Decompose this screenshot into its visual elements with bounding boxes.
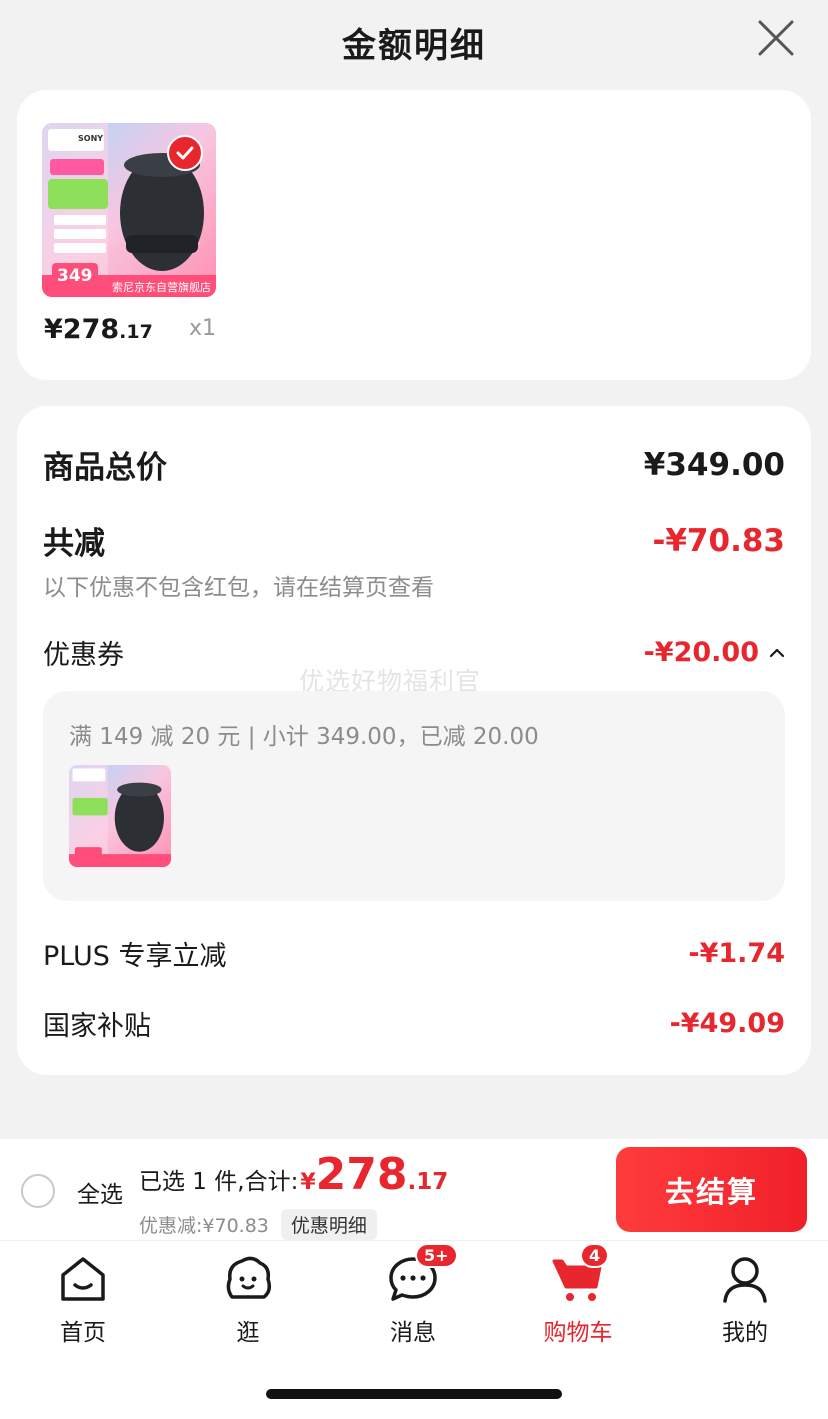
thumb-promo-price: 349: [57, 266, 93, 286]
tab-profile-label: 我的: [722, 1320, 768, 1346]
total-price-label: 商品总价: [43, 450, 167, 486]
checkout-button[interactable]: 去结算: [616, 1147, 807, 1232]
product-card: 349 SONY 索尼京东自营旗舰店 ¥278.17 x1: [17, 90, 811, 380]
coupon-label: 优惠券: [43, 640, 124, 671]
page-title: 金额明细: [342, 25, 486, 66]
select-all-label[interactable]: 全选: [77, 1175, 123, 1209]
thumb-brand: SONY: [78, 134, 104, 143]
home-icon: [57, 1253, 109, 1305]
reduction-note: 以下优惠不包含红包，请在结算页查看: [43, 575, 434, 601]
coupon-product-image[interactable]: [69, 765, 171, 867]
coupon-description: 满 149 减 20 元 | 小计 349.00，已减 20.00: [69, 724, 539, 750]
tab-messages-label: 消息: [390, 1320, 436, 1346]
reduction-value: -¥70.83: [652, 522, 786, 559]
tab-messages[interactable]: 5+ 消息: [358, 1243, 468, 1353]
plus-discount-row: PLUS 专享立减 -¥1.74: [43, 934, 785, 973]
amount-detail-screen: 金额明细 349 SONY 索尼京东自营旗舰店 ¥278.17 x1 商品总价 …: [0, 0, 828, 1419]
tab-cart[interactable]: 4 购物车: [523, 1243, 633, 1353]
discount-summary: 优惠减:¥70.83 优惠明细: [139, 1209, 377, 1240]
checkout-bar: 全选 已选 1 件,合计: ¥ 278 .17 优惠减:¥70.83 优惠明细 …: [0, 1139, 828, 1240]
coupon-detail-box: 满 149 减 20 元 | 小计 349.00，已减 20.00: [43, 691, 785, 901]
cart-icon: 4: [552, 1243, 610, 1305]
cart-badge: 4: [580, 1243, 610, 1268]
tab-profile[interactable]: 我的: [690, 1253, 800, 1353]
total-currency: ¥: [300, 1170, 316, 1195]
thumb-store-label: 索尼京东自营旗舰店: [112, 281, 211, 294]
tab-explore[interactable]: 逛: [193, 1253, 303, 1353]
chevron-up-icon: [769, 648, 785, 657]
amount-detail-card: 商品总价 ¥349.00 共减 -¥70.83 以下优惠不包含红包，请在结算页查…: [17, 406, 811, 1075]
discount-amount-text: 优惠减:¥70.83: [139, 1215, 269, 1237]
subsidy-row: 国家补贴 -¥49.09: [43, 1004, 785, 1043]
coupon-value: -¥20.00: [643, 637, 759, 668]
select-all-checkbox[interactable]: [21, 1174, 55, 1208]
profile-icon: [719, 1253, 771, 1305]
reduction-row: 共减 -¥70.83: [43, 518, 785, 563]
total-amount-main: 278: [315, 1149, 408, 1200]
total-price-row: 商品总价 ¥349.00: [43, 442, 785, 487]
reduction-label: 共减: [43, 526, 105, 562]
product-quantity: x1: [189, 316, 217, 341]
product-selected-checkbox[interactable]: [167, 135, 203, 171]
discount-detail-button[interactable]: 优惠明细: [280, 1209, 377, 1240]
explore-icon: [222, 1253, 274, 1305]
product-price-main: ¥278: [44, 314, 120, 345]
message-icon: 5+: [387, 1243, 458, 1305]
close-button[interactable]: [756, 18, 796, 58]
tab-home-label: 首页: [60, 1320, 106, 1346]
total-summary: 已选 1 件,合计: ¥ 278 .17: [139, 1149, 448, 1200]
header: 金额明细: [0, 0, 828, 84]
coupon-value-group[interactable]: -¥20.00: [644, 637, 785, 668]
product-price-decimal: .17: [119, 321, 153, 343]
product-price: ¥278.17: [44, 314, 153, 345]
plus-discount-label: PLUS 专享立减: [43, 941, 227, 972]
tab-cart-label: 购物车: [543, 1320, 613, 1346]
total-amount-decimal: .17: [407, 1169, 449, 1195]
total-price-value: ¥349.00: [643, 446, 785, 483]
plus-discount-value: -¥1.74: [688, 938, 785, 969]
tab-home[interactable]: 首页: [28, 1253, 138, 1353]
tab-explore-label: 逛: [236, 1320, 260, 1346]
home-indicator: [266, 1389, 562, 1399]
subsidy-value: -¥49.09: [669, 1008, 785, 1039]
close-icon: [758, 20, 794, 56]
messages-badge: 5+: [415, 1243, 458, 1268]
selected-count-text: 已选 1 件,合计:: [139, 1169, 299, 1195]
subsidy-label: 国家补贴: [43, 1011, 151, 1042]
check-icon: [176, 146, 194, 160]
